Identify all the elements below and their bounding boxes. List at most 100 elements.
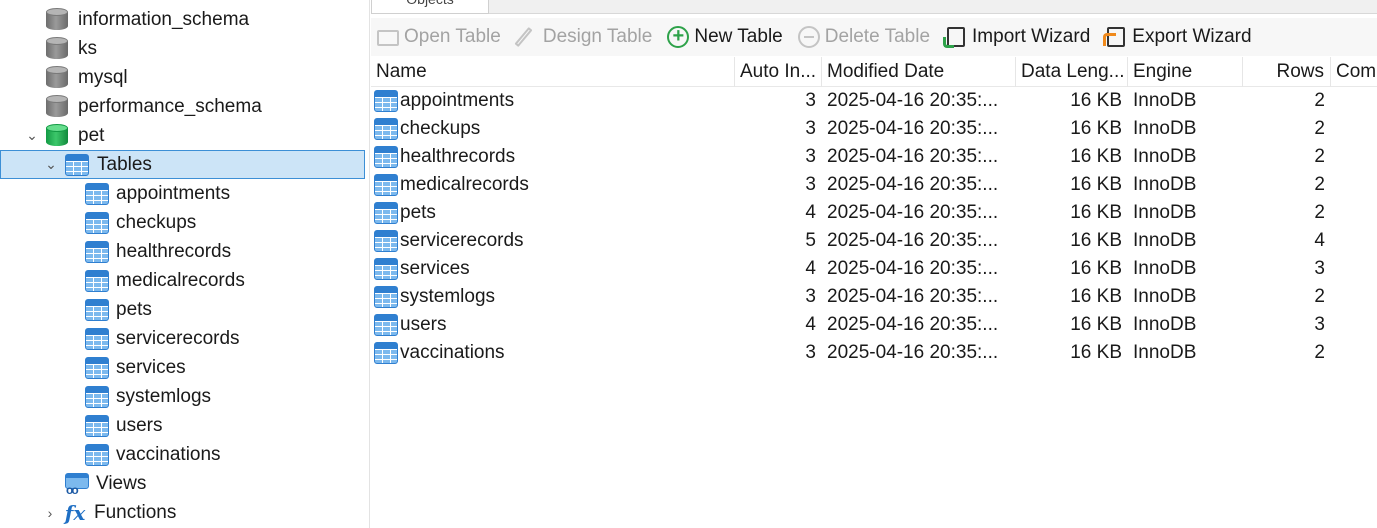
cell-rows: 4 xyxy=(1314,230,1325,251)
cell-auto-increment: 4 xyxy=(805,314,816,335)
table-row[interactable]: servicerecords 5 2025-04-16 20:35:... 16 KB… xyxy=(371,227,1377,255)
chevron-down-icon[interactable]: ⌄ xyxy=(41,155,61,175)
cell-engine: InnoDB xyxy=(1133,118,1197,139)
tree-item-db-pet[interactable]: ⌄ pet xyxy=(22,121,104,150)
tree-item-label: medicalrecords xyxy=(116,269,245,291)
cell-comment xyxy=(1331,255,1377,283)
cell-modified-date: 2025-04-16 20:35:... xyxy=(827,258,999,279)
objects-panel: Objects Open Table Design Table + New Ta… xyxy=(371,0,1377,528)
column-header-comment[interactable]: Com xyxy=(1331,57,1377,87)
chevron-down-icon[interactable]: ⌄ xyxy=(22,126,42,146)
column-header-name[interactable]: Name xyxy=(371,57,735,87)
table-icon xyxy=(374,174,398,196)
cell-engine: InnoDB xyxy=(1133,314,1197,335)
cell-data-length: 16 KB xyxy=(1070,118,1122,139)
table-row[interactable]: services 4 2025-04-16 20:35:... 16 KB InnoDB… xyxy=(371,255,1377,283)
tree-item-label: servicerecords xyxy=(116,327,240,349)
column-header-auto-increment[interactable]: Auto In... xyxy=(735,57,822,87)
tree-item-table[interactable]: appointments xyxy=(85,179,230,208)
table-row[interactable]: systemlogs 3 2025-04-16 20:35:... 16 KB Inno… xyxy=(371,283,1377,311)
tree-item-table[interactable]: vaccinations xyxy=(85,440,221,469)
table-name-text: users xyxy=(400,314,447,335)
cell-name: healthrecords xyxy=(371,143,735,171)
cell-name: servicerecords xyxy=(371,227,735,255)
database-icon xyxy=(46,65,68,90)
cell-data-length: 16 KB xyxy=(1070,146,1122,167)
tree-item-table[interactable]: servicerecords xyxy=(85,324,240,353)
import-wizard-button[interactable]: Import Wizard xyxy=(944,22,1090,52)
tree-item-table[interactable]: users xyxy=(85,411,162,440)
table-icon xyxy=(85,414,109,437)
tree-item-label: ks xyxy=(78,37,97,59)
minus-circle-icon xyxy=(797,25,821,49)
cell-comment xyxy=(1331,339,1377,367)
table-row[interactable]: checkups 3 2025-04-16 20:35:... 16 KB InnoDB… xyxy=(371,115,1377,143)
column-header-modified-date[interactable]: Modified Date xyxy=(822,57,1016,87)
table-row[interactable]: vaccinations 3 2025-04-16 20:35:... 16 KB In… xyxy=(371,339,1377,367)
cell-comment xyxy=(1331,87,1377,115)
cell-name: appointments xyxy=(371,87,735,115)
database-icon xyxy=(46,36,68,61)
table-icon xyxy=(65,153,89,176)
table-body: appointments 3 2025-04-16 20:35:... 16 KB In… xyxy=(371,87,1377,367)
table-name-text: systemlogs xyxy=(400,286,496,307)
cell-data-length: 16 KB xyxy=(1070,202,1122,223)
export-icon xyxy=(1103,25,1128,49)
table-icon xyxy=(374,202,398,224)
cell-modified-date: 2025-04-16 20:35:... xyxy=(827,174,999,195)
table-icon xyxy=(374,90,398,112)
cell-modified-date: 2025-04-16 20:35:... xyxy=(827,314,999,335)
import-wizard-label: Import Wizard xyxy=(972,26,1091,47)
cell-engine: InnoDB xyxy=(1133,286,1197,307)
new-table-button[interactable]: + New Table xyxy=(666,22,783,52)
open-table-button[interactable]: Open Table xyxy=(376,22,501,52)
table-name-text: checkups xyxy=(400,118,481,139)
cell-comment xyxy=(1331,227,1377,255)
table-row[interactable]: users 4 2025-04-16 20:35:... 16 KB InnoDB 3 xyxy=(371,311,1377,339)
cell-data-length: 16 KB xyxy=(1070,286,1122,307)
cell-name: systemlogs xyxy=(371,283,735,311)
tree-item-db-information-schema[interactable]: information_schema xyxy=(46,5,249,34)
column-header-engine[interactable]: Engine xyxy=(1128,57,1243,87)
column-header-data-length[interactable]: Data Leng... xyxy=(1016,57,1128,87)
tree-item-table[interactable]: healthrecords xyxy=(85,237,231,266)
tree-item-tables[interactable]: ⌄ Tables xyxy=(0,150,365,179)
tree-item-label: vaccinations xyxy=(116,443,221,465)
tree-item-table[interactable]: checkups xyxy=(85,208,196,237)
table-row[interactable]: appointments 3 2025-04-16 20:35:... 16 KB In… xyxy=(371,87,1377,115)
cell-engine: InnoDB xyxy=(1133,174,1197,195)
tree-item-db-mysql[interactable]: mysql xyxy=(46,63,128,92)
tree-item-label: checkups xyxy=(116,211,197,233)
cell-data-length: 16 KB xyxy=(1070,90,1122,111)
open-table-label: Open Table xyxy=(404,26,501,47)
tree-item-table[interactable]: systemlogs xyxy=(85,382,211,411)
table-name-text: pets xyxy=(400,202,436,223)
design-table-button[interactable]: Design Table xyxy=(514,22,652,52)
column-header-rows[interactable]: Rows xyxy=(1243,57,1331,87)
cell-name: services xyxy=(371,255,735,283)
table-row[interactable]: medicalrecords 3 2025-04-16 20:35:... 16 KB… xyxy=(371,171,1377,199)
tree-item-table[interactable]: medicalrecords xyxy=(85,266,245,295)
tab-objects[interactable]: Objects xyxy=(371,0,489,14)
table-row[interactable]: pets 4 2025-04-16 20:35:... 16 KB InnoDB 2 xyxy=(371,199,1377,227)
cell-modified-date: 2025-04-16 20:35:... xyxy=(827,118,999,139)
tree-item-table[interactable]: pets xyxy=(85,295,152,324)
cell-rows: 2 xyxy=(1314,146,1325,167)
tree-item-views[interactable]: oo Views xyxy=(65,469,146,498)
tree-item-label: systemlogs xyxy=(116,385,212,407)
tree-item-table[interactable]: services xyxy=(85,353,186,382)
cell-auto-increment: 3 xyxy=(805,174,816,195)
tree-item-functions[interactable]: › fx Functions xyxy=(40,498,177,527)
export-wizard-button[interactable]: Export Wizard xyxy=(1103,22,1252,52)
folder-open-icon xyxy=(376,25,400,49)
table-icon xyxy=(85,356,109,379)
table-row[interactable]: healthrecords 3 2025-04-16 20:35:... 16 KB I… xyxy=(371,143,1377,171)
tree-item-db-ks[interactable]: ks xyxy=(46,34,97,63)
cell-rows: 2 xyxy=(1314,202,1325,223)
tree-item-db-performance-schema[interactable]: performance_schema xyxy=(46,92,262,121)
cell-rows: 2 xyxy=(1314,286,1325,307)
delete-table-button[interactable]: Delete Table xyxy=(797,22,930,52)
database-icon xyxy=(46,94,68,119)
chevron-right-icon[interactable]: › xyxy=(40,503,60,523)
objects-table: Name Auto In... Modified Date Data Leng.… xyxy=(371,57,1377,528)
